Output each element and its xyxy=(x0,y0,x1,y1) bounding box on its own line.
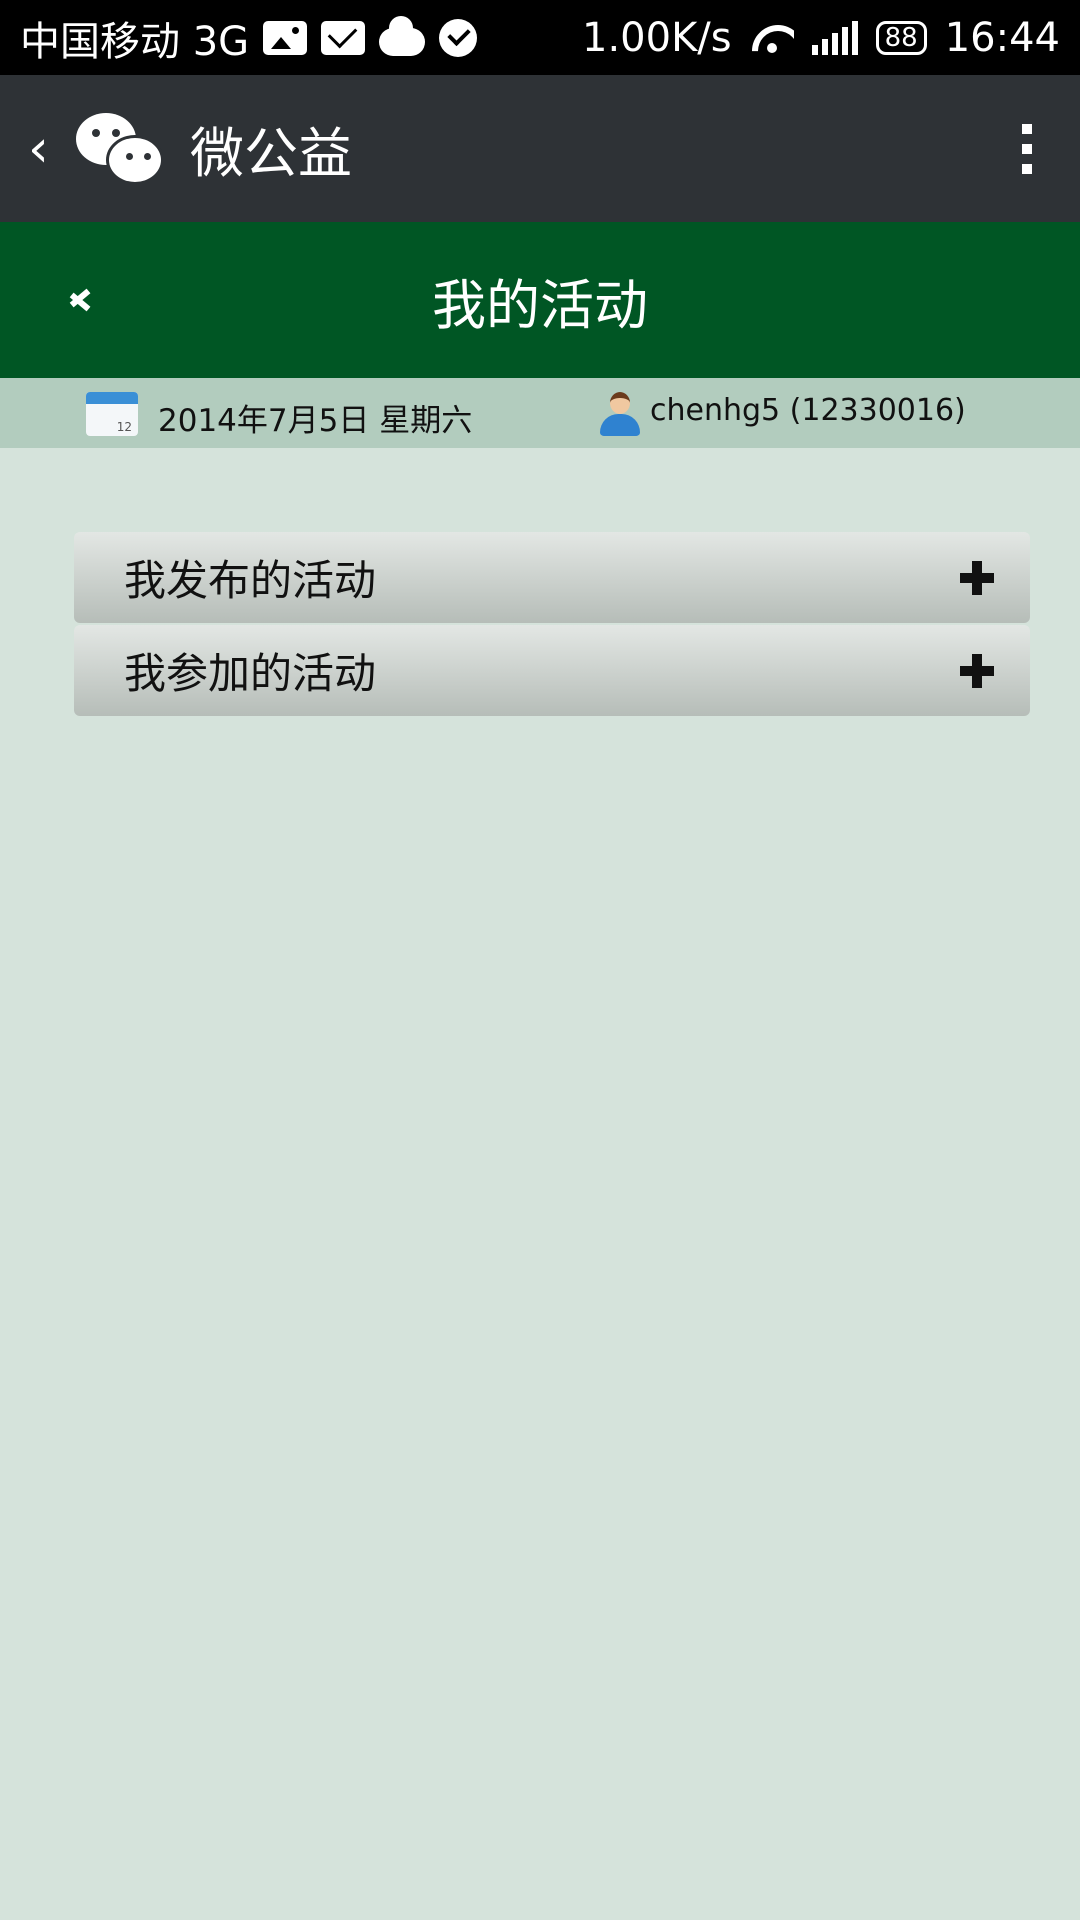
wechat-header: ‹ 微公益 xyxy=(0,75,1080,222)
page-header: 我的活动 xyxy=(0,222,1080,378)
chevron-left-icon[interactable]: ‹ xyxy=(28,119,58,179)
wechat-logo-icon xyxy=(76,109,168,189)
calendar-icon xyxy=(86,392,138,436)
more-vertical-icon[interactable] xyxy=(1022,123,1032,174)
image-icon xyxy=(263,20,308,55)
status-bar: 中国移动 3G 1.00K/s 88 16:44 xyxy=(0,0,1080,75)
accordion-published-activities[interactable]: 我发布的活动 xyxy=(74,532,1030,623)
mail-icon xyxy=(321,20,366,55)
network-speed: 1.00K/s xyxy=(582,14,732,61)
check-icon xyxy=(439,18,478,57)
accordion-label: 我发布的活动 xyxy=(124,556,377,605)
carrier-label: 中国移动 3G xyxy=(20,18,250,65)
plus-icon[interactable] xyxy=(960,653,994,688)
app-screen: 中国移动 3G 1.00K/s 88 16:44 ‹ 微公益 我的活动 12 2… xyxy=(0,0,1080,1920)
page-title: 我的活动 xyxy=(432,273,648,337)
user-avatar-icon xyxy=(600,392,640,436)
double-chevron-left-icon[interactable] xyxy=(66,280,106,320)
user-label: chenhg5 (12330016) xyxy=(650,393,966,428)
date-label: 2014年7月5日 星期六 xyxy=(158,403,473,439)
battery-icon: 88 xyxy=(875,20,927,55)
accordion-joined-activities[interactable]: 我参加的活动 xyxy=(74,625,1030,716)
wifi-icon xyxy=(750,21,794,55)
accordion-label: 我参加的活动 xyxy=(124,649,377,698)
wechat-title: 微公益 xyxy=(190,122,352,185)
clock: 16:44 xyxy=(944,14,1060,61)
cloud-icon xyxy=(379,15,426,56)
signal-icon xyxy=(811,20,858,55)
plus-icon[interactable] xyxy=(960,560,994,595)
info-bar: 2014年7月5日 星期六 chenhg5 (12330016) xyxy=(0,378,1080,448)
status-right: 1.00K/s 88 16:44 xyxy=(582,15,1060,61)
status-left: 中国移动 3G xyxy=(20,9,478,67)
